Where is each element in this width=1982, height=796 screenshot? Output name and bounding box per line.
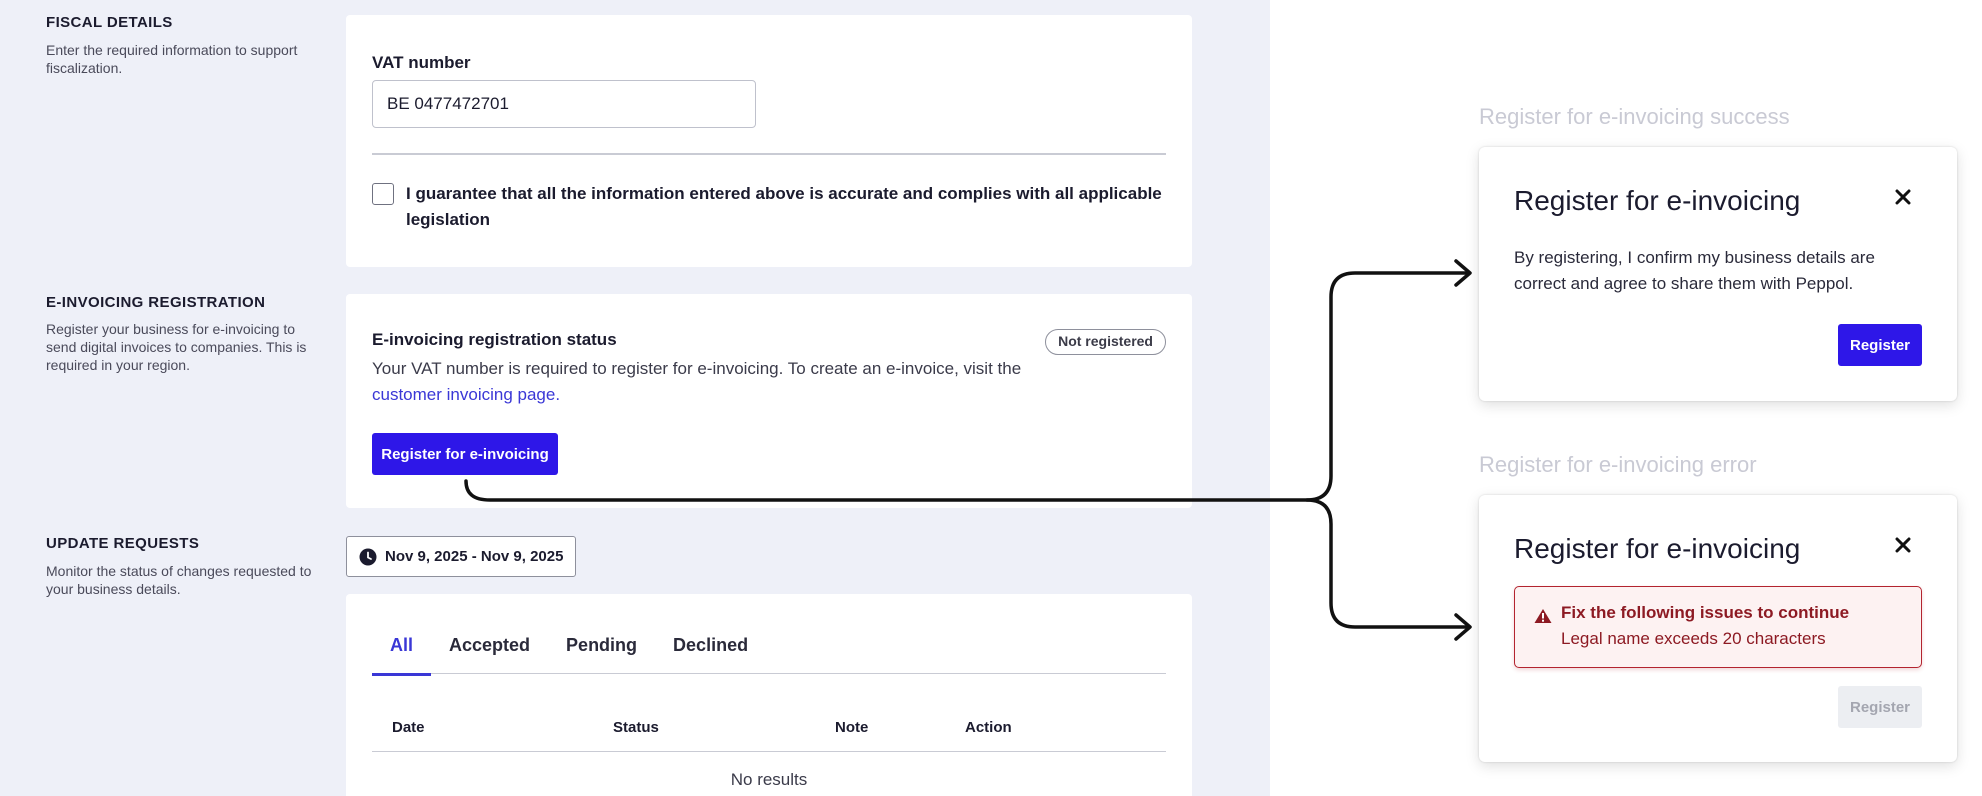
success-modal-caption: Register for e-invoicing success — [1479, 104, 1790, 129]
einvoicing-status-title: E-invoicing registration status — [372, 330, 617, 349]
column-note: Note — [835, 719, 869, 736]
column-status: Status — [613, 719, 659, 736]
vat-number-label: VAT number — [372, 53, 471, 72]
einvoicing-section-title: E-INVOICING REGISTRATION — [46, 294, 266, 311]
einvoicing-status-text: Your VAT number is required to register … — [372, 359, 1022, 378]
status-badge: Not registered — [1045, 329, 1166, 355]
update-requests-card: All Accepted Pending Declined Date Statu… — [346, 594, 1192, 796]
register-error-modal: Register for e-invoicing Fix the followi… — [1479, 495, 1957, 762]
updates-section-description: Monitor the status of changes requested … — [46, 563, 312, 597]
warning-icon — [1534, 609, 1552, 623]
einvoicing-status-description: Your VAT number is required to register … — [372, 356, 1072, 408]
fiscal-divider — [372, 153, 1166, 155]
clock-icon — [359, 548, 377, 565]
tab-declined[interactable]: Declined — [655, 630, 766, 674]
success-modal-title: Register for e-invoicing — [1514, 185, 1801, 216]
tab-all[interactable]: All — [372, 630, 432, 676]
error-alert: Fix the following issues to continue Leg… — [1514, 586, 1922, 668]
tab-accepted[interactable]: Accepted — [431, 630, 548, 674]
close-icon[interactable] — [1893, 187, 1913, 207]
fiscal-details-card: VAT number I guarantee that all the info… — [346, 15, 1192, 267]
tab-pending[interactable]: Pending — [548, 630, 655, 674]
guarantee-label: I guarantee that all the information ent… — [406, 184, 1162, 229]
register-success-modal: Register for e-invoicing By registering,… — [1479, 147, 1957, 401]
date-range-text: Nov 9, 2025 - Nov 9, 2025 — [385, 548, 564, 565]
error-alert-title: Fix the following issues to continue — [1561, 603, 1850, 622]
table-header: Date Status Note Action — [372, 704, 1166, 752]
register-button-disabled[interactable]: Register — [1838, 686, 1922, 728]
einvoicing-card: E-invoicing registration status Not regi… — [346, 294, 1192, 508]
empty-state-text: No results — [730, 770, 808, 789]
column-date: Date — [392, 719, 425, 736]
register-button[interactable]: Register — [1838, 324, 1922, 366]
vat-number-input[interactable] — [372, 80, 756, 128]
register-einvoicing-button[interactable]: Register for e-invoicing — [372, 433, 558, 475]
error-alert-detail: Legal name exceeds 20 characters — [1561, 629, 1826, 648]
guarantee-checkbox[interactable] — [372, 183, 394, 205]
einvoicing-section-description: Register your business for e-invoicing t… — [46, 321, 307, 373]
fiscal-section-description: Enter the required information to suppor… — [46, 42, 298, 76]
date-range-picker[interactable]: Nov 9, 2025 - Nov 9, 2025 — [346, 536, 576, 577]
error-modal-title: Register for e-invoicing — [1514, 533, 1801, 564]
success-modal-body: By registering, I confirm my business de… — [1514, 248, 1875, 293]
error-modal-caption: Register for e-invoicing error — [1479, 452, 1757, 477]
customer-invoicing-link[interactable]: customer invoicing page. — [372, 385, 560, 404]
fiscal-section-title: FISCAL DETAILS — [46, 14, 173, 31]
column-action: Action — [965, 719, 1012, 736]
close-icon[interactable] — [1893, 535, 1913, 555]
status-tabs: All Accepted Pending Declined — [372, 630, 1166, 676]
updates-section-title: UPDATE REQUESTS — [46, 535, 200, 552]
